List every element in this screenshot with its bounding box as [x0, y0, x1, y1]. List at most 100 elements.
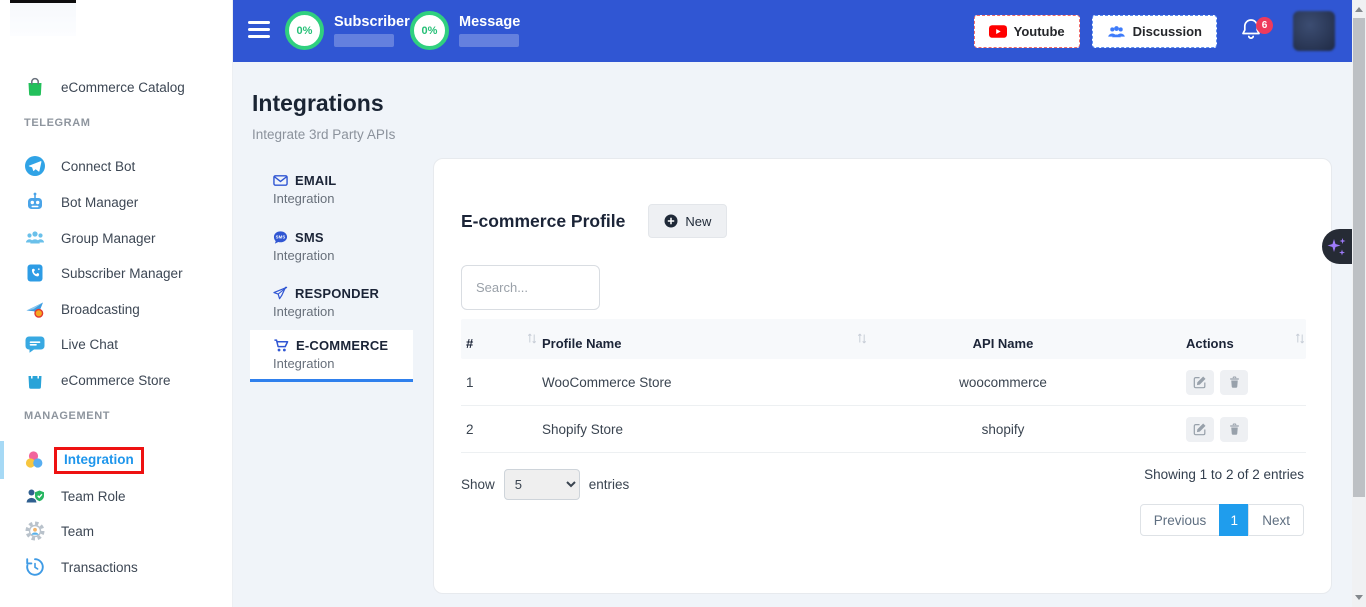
profile-name-cell: WooCommerce Store — [538, 375, 868, 390]
role-shield-icon — [24, 485, 46, 507]
pagination-previous-button[interactable]: Previous — [1140, 504, 1221, 536]
sort-icon[interactable] — [1294, 332, 1306, 345]
sidebar-item-label: eCommerce Catalog — [61, 80, 185, 95]
sidebar-item-ecommerce-store[interactable]: eCommerce Store — [24, 366, 171, 394]
message-stat-redacted-value — [459, 34, 519, 47]
sidebar-item-label: Group Manager — [61, 231, 156, 246]
card-title: E-commerce Profile — [461, 211, 625, 232]
show-label: Show — [461, 477, 495, 492]
column-header-actions[interactable]: Actions — [1138, 327, 1306, 351]
table-header-row: # Profile Name API Name Actions — [461, 319, 1306, 359]
sidebar-item-live-chat[interactable]: Live Chat — [24, 330, 118, 358]
tab-subtitle: Integration — [273, 248, 413, 263]
topbar: 0% Subscriber 0% Message Youtube Discuss… — [233, 0, 1352, 62]
delete-button[interactable] — [1220, 417, 1248, 442]
entries-label: entries — [589, 477, 630, 492]
shopping-bag-icon — [24, 76, 46, 98]
youtube-button-label: Youtube — [1014, 24, 1065, 39]
tab-sms-integration[interactable]: SMS SMS Integration — [250, 222, 413, 271]
message-progress-ring: 0% — [410, 11, 449, 50]
table-row: 2 Shopify Store shopify — [461, 406, 1306, 453]
scrollbar-down-arrow[interactable] — [1355, 595, 1363, 600]
scrollbar-up-arrow[interactable] — [1355, 7, 1363, 12]
sidebar-item-subscriber-manager[interactable]: Subscriber Manager — [24, 259, 183, 287]
responder-plane-icon — [273, 286, 288, 301]
sidebar-item-broadcasting[interactable]: Broadcasting — [24, 295, 140, 323]
message-stat-label: Message — [459, 14, 520, 30]
telegram-plane-icon — [24, 155, 46, 177]
page-subtitle: Integrate 3rd Party APIs — [252, 127, 395, 142]
sidebar-item-label: Live Chat — [61, 337, 118, 352]
sidebar-item-label: Subscriber Manager — [61, 266, 183, 281]
phonebook-icon — [24, 262, 46, 284]
edit-button[interactable] — [1186, 370, 1214, 395]
subscriber-progress: 0% Subscriber — [285, 11, 410, 50]
sort-icon[interactable] — [856, 332, 868, 345]
tab-title: EMAIL — [295, 173, 336, 188]
svg-text:SMS: SMS — [276, 235, 286, 240]
edit-button[interactable] — [1186, 417, 1214, 442]
profile-name-cell: Shopify Store — [538, 422, 868, 437]
trash-icon — [1228, 375, 1241, 389]
pagination-page-1-button[interactable]: 1 — [1219, 504, 1249, 536]
delete-button[interactable] — [1220, 370, 1248, 395]
hamburger-menu-icon[interactable] — [248, 21, 270, 42]
vertical-scrollbar[interactable] — [1352, 0, 1366, 607]
sidebar-item-integration[interactable]: Integration — [24, 446, 144, 474]
sidebar-item-label: Bot Manager — [61, 195, 138, 210]
search-input[interactable] — [461, 265, 600, 310]
sidebar-item-ecommerce-catalog[interactable]: eCommerce Catalog — [24, 73, 185, 101]
sms-icon: SMS — [273, 230, 288, 245]
pagination: Previous 1 Next — [1140, 504, 1304, 536]
transactions-clock-icon — [24, 556, 46, 578]
sidebar-item-label: Broadcasting — [61, 302, 140, 317]
sidebar-item-group-manager[interactable]: Group Manager — [24, 224, 156, 252]
sidebar-item-transactions[interactable]: Transactions — [24, 553, 138, 581]
sidebar-item-team-role[interactable]: Team Role — [24, 482, 126, 510]
tab-title: SMS — [295, 230, 324, 245]
plus-circle-icon — [664, 214, 678, 228]
edit-pencil-icon — [1193, 422, 1207, 436]
user-avatar[interactable] — [1293, 11, 1335, 51]
column-header-api-name[interactable]: API Name — [868, 327, 1138, 351]
sidebar-item-label: Integration — [64, 452, 134, 467]
app-logo — [10, 0, 76, 36]
new-profile-button[interactable]: New — [648, 204, 727, 238]
ai-assistant-button[interactable] — [1322, 229, 1352, 264]
team-gear-icon — [24, 520, 46, 542]
youtube-icon — [989, 25, 1007, 38]
sidebar-item-connect-bot[interactable]: Connect Bot — [24, 152, 135, 180]
tab-ecommerce-integration[interactable]: E-COMMERCE Integration — [250, 330, 413, 382]
new-button-label: New — [685, 214, 711, 229]
youtube-button[interactable]: Youtube — [974, 15, 1080, 48]
page-title: Integrations — [252, 90, 384, 117]
tab-subtitle: Integration — [273, 356, 413, 371]
subscriber-stat-redacted-value — [334, 34, 394, 47]
email-icon — [273, 173, 288, 188]
active-item-indicator — [0, 441, 4, 479]
message-progress: 0% Message — [410, 11, 520, 50]
tab-title: RESPONDER — [295, 286, 379, 301]
page-size-select[interactable]: 5 — [504, 469, 580, 500]
subscriber-progress-ring: 0% — [285, 11, 324, 50]
profiles-table: # Profile Name API Name Actions 1 WooCom… — [461, 319, 1306, 453]
sidebar-item-bot-manager[interactable]: Bot Manager — [24, 188, 138, 216]
integration-circles-icon — [24, 449, 46, 471]
sidebar: eCommerce Catalog TELEGRAM Connect Bot B… — [0, 0, 233, 607]
pagination-next-button[interactable]: Next — [1248, 504, 1304, 536]
discussion-button[interactable]: Discussion — [1092, 15, 1217, 48]
tab-email-integration[interactable]: EMAIL Integration — [250, 165, 413, 214]
tab-responder-integration[interactable]: RESPONDER Integration — [250, 278, 413, 327]
annotation-red-box: Integration — [54, 447, 144, 474]
scrollbar-thumb[interactable] — [1353, 18, 1365, 497]
group-people-icon — [24, 227, 46, 249]
sidebar-item-label: eCommerce Store — [61, 373, 171, 388]
sidebar-item-team[interactable]: Team — [24, 517, 94, 545]
column-header-number[interactable]: # — [461, 327, 538, 351]
notifications-button[interactable]: 6 — [1239, 16, 1265, 46]
sort-icon[interactable] — [526, 332, 538, 345]
column-header-profile-name[interactable]: Profile Name — [538, 327, 868, 351]
subscriber-stat-label: Subscriber — [334, 14, 410, 30]
api-name-cell: shopify — [868, 422, 1138, 437]
tab-title: E-COMMERCE — [296, 338, 388, 353]
